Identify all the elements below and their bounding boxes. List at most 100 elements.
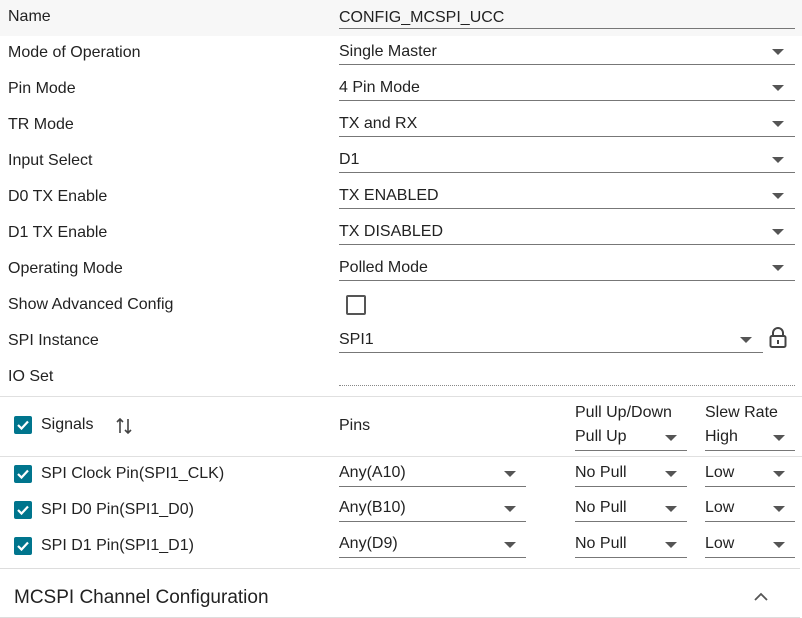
divider [0,456,802,457]
tr-mode-select[interactable]: TX and RX [339,108,795,137]
slew-select[interactable]: Low [705,460,795,487]
caret-down-icon [772,229,784,235]
caret-down-icon [772,121,784,127]
caret-down-icon [773,471,785,477]
select-value: No Pull [575,535,627,552]
signal-row: SPI D1 Pin(SPI1_D1) Any(D9) No Pull Low [0,530,802,566]
signals-select-all-checkbox[interactable] [14,416,32,434]
name-input-value: CONFIG_MCSPI_UCC [339,9,505,26]
field-row-pin-mode: Pin Mode 4 Pin Mode [0,72,802,108]
pin-select[interactable]: Any(A10) [339,460,526,487]
field-row-show-advanced: Show Advanced Config [0,288,802,324]
field-label: D1 TX Enable [8,224,108,241]
field-label: SPI Instance [8,332,99,349]
caret-down-icon [772,85,784,91]
field-label: Pin Mode [8,80,76,97]
caret-down-icon [504,471,516,477]
select-value: TX ENABLED [339,187,439,204]
caret-down-icon [665,435,677,441]
slew-rate-all-select[interactable]: High [705,424,795,451]
select-value: TX DISABLED [339,223,444,240]
caret-down-icon [773,542,785,548]
select-value: D1 [339,151,360,168]
io-set-input[interactable] [339,385,795,386]
pin-select[interactable]: Any(D9) [339,531,526,558]
select-value: TX and RX [339,115,418,132]
field-label: Mode of Operation [8,44,141,61]
field-label: D0 TX Enable [8,188,108,205]
signals-header: Signals [41,416,94,433]
slew-rate-header: Slew Rate [705,404,778,421]
chevron-up-icon[interactable] [753,589,769,607]
field-row-io-set: IO Set [0,360,802,396]
signal-checkbox[interactable] [14,465,32,483]
pin-mode-select[interactable]: 4 Pin Mode [339,72,795,101]
field-label: Input Select [8,152,93,169]
signal-checkbox[interactable] [14,537,32,555]
field-row-d1-tx-enable: D1 TX Enable TX DISABLED [0,216,802,252]
select-value: No Pull [575,499,627,516]
d1-tx-enable-select[interactable]: TX DISABLED [339,216,795,245]
pull-updown-header: Pull Up/Down [575,404,672,421]
select-value: Any(A10) [339,464,406,481]
select-value: Single Master [339,43,437,60]
field-label: TR Mode [8,116,74,133]
signal-checkbox[interactable] [14,501,32,519]
select-value: Low [705,464,735,481]
select-value: No Pull [575,464,627,481]
signal-name: SPI D1 Pin(SPI1_D1) [41,537,194,554]
caret-down-icon [773,435,785,441]
show-advanced-checkbox[interactable] [346,295,366,315]
pin-select[interactable]: Any(B10) [339,495,526,522]
slew-select[interactable]: Low [705,495,795,522]
pull-select[interactable]: No Pull [575,531,687,558]
field-row-input-select: Input Select D1 [0,144,802,180]
caret-down-icon [665,471,677,477]
d0-tx-enable-select[interactable]: TX ENABLED [339,180,795,209]
divider [0,396,802,397]
select-value: Any(D9) [339,535,398,552]
caret-down-icon [772,265,784,271]
signal-row: SPI D0 Pin(SPI1_D0) Any(B10) No Pull Low [0,494,802,530]
select-value: SPI1 [339,331,374,348]
field-row-mode-of-operation: Mode of Operation Single Master [0,36,802,72]
caret-down-icon [772,193,784,199]
signal-row: SPI Clock Pin(SPI1_CLK) Any(A10) No Pull… [0,458,802,494]
pins-header: Pins [339,417,371,434]
caret-down-icon [665,506,677,512]
field-row-d0-tx-enable: D0 TX Enable TX ENABLED [0,180,802,216]
sort-icon[interactable] [115,416,133,441]
caret-down-icon [773,506,785,512]
input-select-select[interactable]: D1 [339,144,795,173]
caret-down-icon [504,542,516,548]
mcspi-channel-config-section[interactable]: MCSPI Channel Configuration [0,568,800,618]
select-value: Pull Up [575,428,627,445]
select-value: Low [705,499,735,516]
slew-select[interactable]: Low [705,531,795,558]
caret-down-icon [740,337,752,343]
field-row-name: Name CONFIG_MCSPI_UCC [0,0,802,36]
select-value: Low [705,535,735,552]
name-input[interactable]: CONFIG_MCSPI_UCC [339,0,795,29]
caret-down-icon [772,157,784,163]
select-value: Any(B10) [339,499,406,516]
lock-icon[interactable] [769,327,787,354]
mode-of-operation-select[interactable]: Single Master [339,36,795,65]
operating-mode-select[interactable]: Polled Mode [339,252,795,281]
caret-down-icon [504,506,516,512]
signal-name: SPI Clock Pin(SPI1_CLK) [41,465,225,482]
spi-instance-select[interactable]: SPI1 [339,324,763,353]
caret-down-icon [665,542,677,548]
field-label: Name [8,8,51,25]
pull-select[interactable]: No Pull [575,495,687,522]
field-label: IO Set [8,368,54,385]
field-row-spi-instance: SPI Instance SPI1 [0,324,802,360]
field-label: Show Advanced Config [8,296,174,313]
mcspi-config-panel: Name CONFIG_MCSPI_UCC Mode of Operation … [0,0,802,618]
pull-select[interactable]: No Pull [575,460,687,487]
field-row-tr-mode: TR Mode TX and RX [0,108,802,144]
section-title: MCSPI Channel Configuration [14,587,269,608]
signal-name: SPI D0 Pin(SPI1_D0) [41,501,194,518]
pull-updown-all-select[interactable]: Pull Up [575,424,687,451]
select-value: 4 Pin Mode [339,79,420,96]
